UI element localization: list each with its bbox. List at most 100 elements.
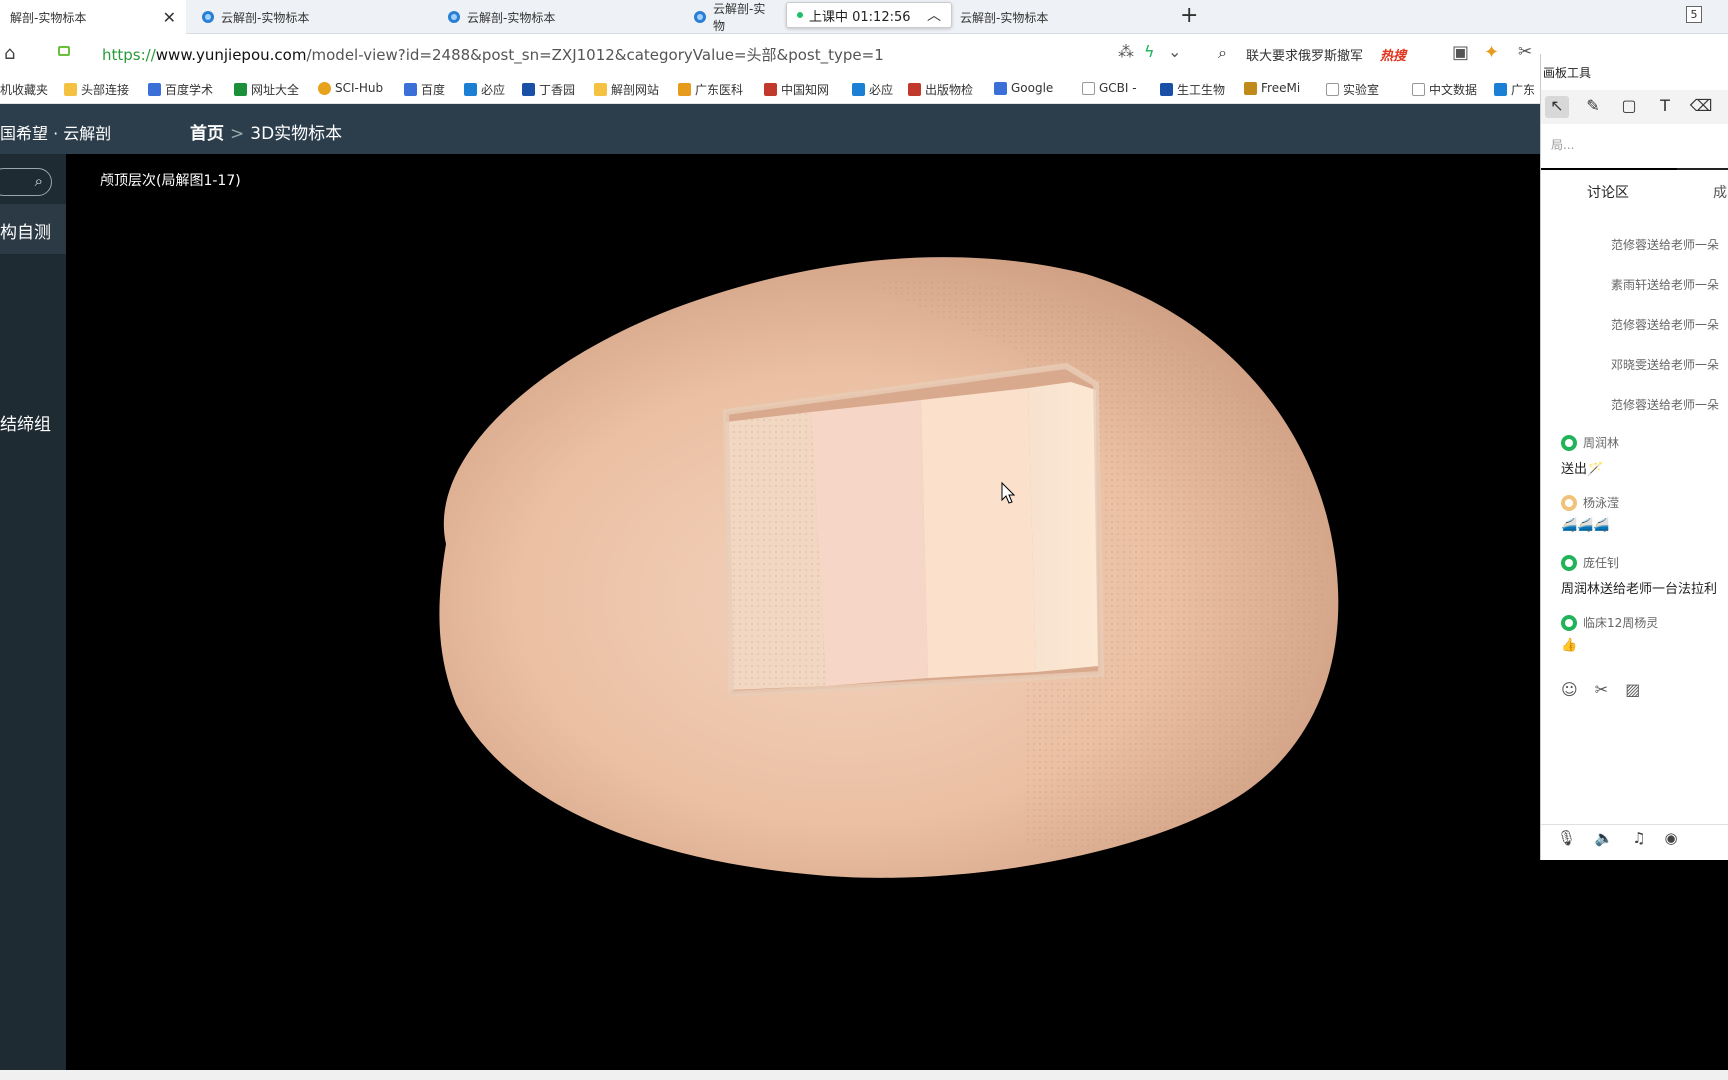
chat-tools: ☺ ✂ ▨ (1561, 680, 1652, 699)
scissors-icon[interactable]: ✂ (1595, 680, 1608, 699)
hot-search-text[interactable]: 联大要求俄罗斯撤军 (1246, 45, 1363, 64)
search-icon[interactable]: ⌕ (35, 172, 43, 190)
breadcrumb-separator: > (230, 124, 245, 144)
aponeurosis-layer (921, 388, 1036, 678)
chat-message: 周润林送给老师一台法拉利 (1561, 582, 1718, 597)
search-icon[interactable]: ⌕ (1218, 43, 1227, 63)
pencil-icon[interactable]: ✎ (1581, 96, 1605, 118)
address-bar: ⌂ https://www.yunjiepou.com/model-view?i… (0, 34, 1728, 74)
site-icon (1494, 83, 1507, 96)
bookmark-item[interactable]: SCI-Hub (318, 81, 383, 95)
breadcrumb: 首页 >3D实物标本 (190, 119, 342, 144)
chat-message: 🚄🚄🚄 (1561, 518, 1610, 533)
bookmark-item[interactable]: 百度 (404, 81, 445, 98)
bookmark-item[interactable]: 实验室 (1326, 81, 1379, 98)
select-pointer-icon[interactable]: ↖ (1545, 96, 1569, 118)
left-nav-item[interactable]: 结缔组 (0, 410, 51, 435)
url-host: www.yunjiepou.com (155, 46, 307, 64)
bookmark-item[interactable]: 广东医科 (678, 81, 743, 98)
chat-user[interactable]: 周润林 (1561, 434, 1619, 451)
hot-search-badge[interactable]: 热搜 (1380, 45, 1406, 64)
eraser-icon[interactable]: ⌫ (1689, 96, 1713, 118)
bookmark-item[interactable]: 百度学术 (148, 81, 213, 98)
bookmark-item[interactable]: FreeMi (1244, 81, 1300, 95)
close-icon[interactable]: ✕ (163, 8, 176, 27)
bookmark-item[interactable]: 头部连接 (64, 81, 129, 98)
site-icon (764, 83, 777, 96)
breadcrumb-current[interactable]: 3D实物标本 (250, 124, 342, 144)
emoji-icon[interactable]: ☺ (1561, 680, 1578, 699)
image-icon[interactable]: ▨ (1625, 680, 1640, 699)
site-icon (994, 81, 1007, 95)
paw-icon (148, 83, 161, 96)
left-nav-item[interactable]: 构自测 (0, 204, 66, 254)
bookmark-item[interactable]: 生工生物 (1160, 81, 1225, 98)
bookmark-item[interactable]: 丁香园 (522, 81, 575, 98)
bookmark-item[interactable]: 必应 (852, 81, 893, 98)
3d-model-viewer[interactable]: 颅顶层次(局解图1-17) (66, 154, 1540, 1070)
tab-label: 云解剖-实物标本 (221, 10, 310, 25)
bookmark-item[interactable]: 广东 (1494, 81, 1535, 98)
chevron-down-icon[interactable]: ⌄ (1168, 42, 1181, 61)
page-icon (1082, 81, 1095, 95)
home-icon[interactable]: ⌂ (4, 43, 15, 64)
gift-notice: 范修蓉送给老师一朵 (1611, 238, 1720, 252)
site-icon (1244, 81, 1257, 95)
user-avatar-icon (1561, 554, 1577, 571)
rectangle-icon[interactable]: ▢ (1617, 96, 1641, 118)
microphone-icon[interactable]: 🎙 (1557, 829, 1576, 847)
tab-3[interactable]: 云解剖-实物标本 (438, 0, 678, 34)
tab-discussion[interactable]: 讨论区 (1587, 182, 1629, 202)
sidebar-icon[interactable]: ▣ (1452, 42, 1469, 63)
bookmark-item[interactable]: 网址大全 (234, 81, 299, 98)
tab-other[interactable]: 成 (1713, 182, 1727, 202)
bookmark-item[interactable]: GCBI - (1082, 81, 1137, 95)
user-avatar-icon (1561, 614, 1577, 631)
url-field[interactable]: https://www.yunjiepou.com/model-view?id=… (102, 44, 884, 65)
bookmark-item[interactable]: 机收藏夹 (0, 81, 48, 98)
tab-count-badge[interactable]: 5 (1686, 6, 1702, 23)
tab-label: 云解剖-实物标本 (960, 10, 1049, 25)
chat-user[interactable]: 杨泳滢 (1561, 494, 1619, 511)
chat-user[interactable]: 临床12周杨灵 (1561, 614, 1658, 631)
bookmark-item[interactable]: 中文数据 (1412, 81, 1477, 98)
skull-specimen-model[interactable] (66, 154, 1540, 1070)
extension-icon[interactable]: ✦ (1484, 42, 1499, 63)
breadcrumb-home[interactable]: 首页 (190, 124, 224, 144)
bottom-status-bar (0, 1070, 1728, 1080)
page-icon (1326, 83, 1339, 96)
panel-tabs: 讨论区 成 (1541, 168, 1728, 208)
bookmark-item[interactable]: 必应 (464, 81, 505, 98)
search-input[interactable]: ⌕ (0, 168, 52, 196)
live-dot-icon (797, 12, 803, 18)
grid-icon[interactable]: ⁂ (1118, 42, 1134, 61)
folder-icon (64, 83, 77, 96)
bookmark-item[interactable]: 出版物检 (908, 81, 973, 98)
bookmark-item[interactable]: Google (994, 81, 1053, 95)
lock-icon[interactable] (58, 46, 70, 56)
page-icon (1412, 83, 1425, 96)
new-tab-button[interactable]: + (1180, 3, 1198, 28)
location-icon[interactable]: ◉ (1665, 829, 1678, 847)
class-status-pill[interactable]: 上课中 01:12:56 ︿ (786, 2, 952, 28)
lightning-icon[interactable]: ϟ (1144, 42, 1155, 61)
speaker-icon[interactable]: 🔈 (1595, 829, 1614, 847)
bone-layer-texture (726, 412, 826, 690)
folder-icon (594, 83, 607, 96)
scissors-icon[interactable]: ✂ (1518, 42, 1532, 62)
text-tool-icon[interactable]: T (1653, 96, 1677, 118)
bookmark-item[interactable]: 解剖网站 (594, 81, 659, 98)
bookmarks-bar: 机收藏夹 头部连接 百度学术 网址大全 SCI-Hub 百度 必应 丁香园 解剖… (0, 74, 1728, 104)
tab-4[interactable]: 云解剖-实物 (684, 0, 784, 34)
bookmark-item[interactable]: 中国知网 (764, 81, 829, 98)
music-icon[interactable]: ♫ (1632, 829, 1645, 847)
chevron-up-icon[interactable]: ︿ (927, 5, 941, 25)
chat-user[interactable]: 庞任钊 (1561, 554, 1619, 571)
tab-1[interactable]: 解剖-实物标本 ✕ (0, 0, 186, 34)
site-icon (678, 83, 691, 96)
drawing-tools-title: 画板工具 (1543, 66, 1592, 80)
tab-5[interactable]: 云解剖-实物标本 (950, 0, 1170, 34)
panel-input[interactable]: 局... (1541, 130, 1728, 160)
site-brand[interactable]: 国希望 · 云解剖 (0, 120, 111, 144)
tab-2[interactable]: 云解剖-实物标本 (192, 0, 432, 34)
